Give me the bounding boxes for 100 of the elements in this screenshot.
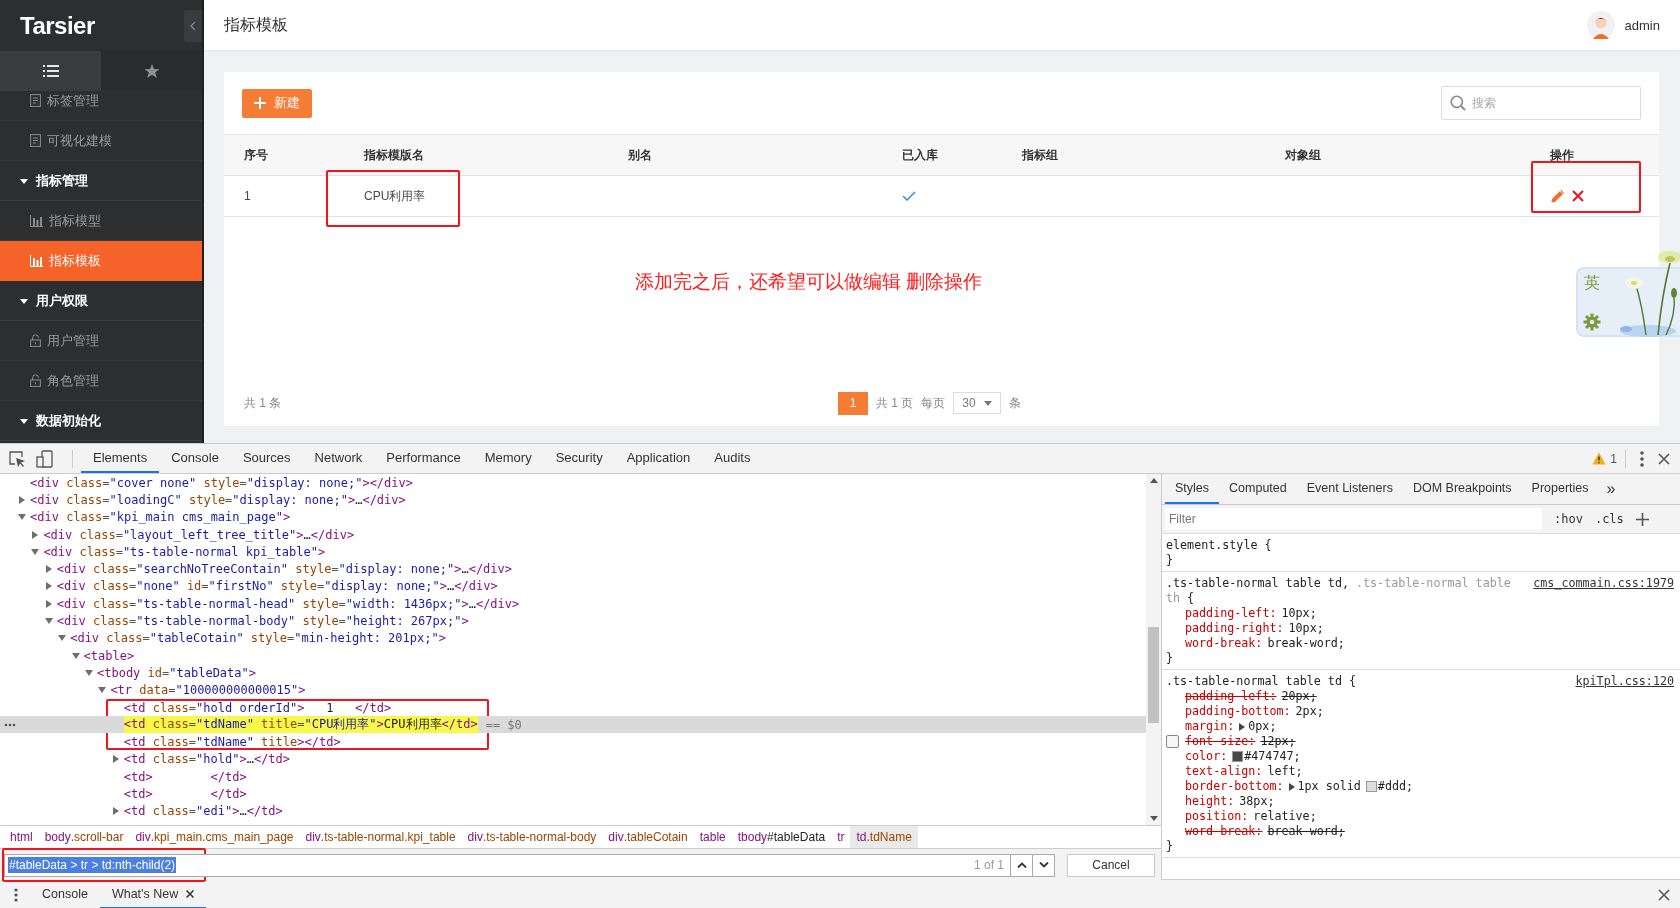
- breadcrumb[interactable]: tbody#tableData: [731, 826, 832, 848]
- dom-row[interactable]: <td class="tdName" title></td>: [0, 733, 1146, 751]
- checkbox[interactable]: [1166, 735, 1179, 748]
- pencil-icon[interactable]: [1550, 188, 1566, 204]
- triangle-icon[interactable]: [44, 599, 53, 608]
- dom-row[interactable]: <div class="none" id="firstNo" style="display: none;">…</div>: [0, 577, 1146, 596]
- panel-tab[interactable]: Application: [614, 444, 703, 473]
- triangle-icon[interactable]: [111, 755, 120, 764]
- breadcrumb[interactable]: div.ts-table-normal-body: [461, 826, 603, 848]
- close-icon[interactable]: [186, 889, 195, 898]
- dom-row[interactable]: <tbody id="tableData">: [0, 664, 1146, 682]
- search-field[interactable]: #tableData > tr > td:nth-child(2) 1 of 1: [4, 853, 1011, 877]
- dom-row[interactable]: <td> </td>: [0, 768, 1146, 786]
- dom-row[interactable]: <div class="ts-table-normal-head" style="width: 1436px;">…</div>: [0, 595, 1146, 613]
- drawer-tab[interactable]: What's New: [99, 880, 207, 908]
- dom-row[interactable]: <div class="cover none" style="display: none;"></div>: [0, 474, 1146, 492]
- dom-row[interactable]: <td class="tdName" title="CPU利用率">CPU利用率</td> == $0: [0, 716, 1146, 734]
- dom-row[interactable]: <td class="hold">…</td>: [0, 750, 1146, 769]
- search-field[interactable]: 搜索: [1441, 86, 1641, 120]
- page-size-select[interactable]: 30: [953, 392, 1002, 414]
- panel-tab[interactable]: Audits: [702, 444, 763, 473]
- menu-group[interactable]: 指标管理: [0, 161, 202, 201]
- breadcrumb[interactable]: div.tableCotain: [602, 826, 694, 848]
- triangle-icon[interactable]: [18, 495, 26, 504]
- scroll-down-icon[interactable]: [1149, 816, 1158, 821]
- dom-row[interactable]: <div class="kpi_main cms_main_page">: [0, 508, 1146, 526]
- triangle-icon[interactable]: [1288, 782, 1295, 791]
- breadcrumb[interactable]: div.kpi_main.cms_main_page: [129, 826, 300, 848]
- dom-row[interactable]: <div class="layout_left_tree_title">…</div>: [0, 525, 1146, 544]
- triangle-icon[interactable]: [98, 686, 107, 695]
- triangle-icon[interactable]: [71, 651, 80, 660]
- breadcrumb[interactable]: body.scroll-bar: [38, 826, 130, 848]
- more-tabs-button[interactable]: »: [1598, 474, 1624, 504]
- dom-row[interactable]: <tr data="100000000000015">: [0, 681, 1146, 699]
- dom-row[interactable]: <div class="loadingC" style="display: none;">…</div>: [0, 491, 1146, 509]
- menu-group[interactable]: 数据初始化: [0, 401, 202, 441]
- panel-tab[interactable]: Console: [159, 444, 231, 473]
- drawer-tab[interactable]: Console: [30, 880, 100, 908]
- sidebar-tab[interactable]: [0, 51, 101, 91]
- panel-tab[interactable]: Performance: [374, 444, 473, 473]
- dom-row[interactable]: <td> </td>: [0, 785, 1146, 803]
- pane-tab[interactable]: Event Listeners: [1296, 474, 1403, 504]
- menu-item[interactable]: 标签管理: [0, 91, 202, 121]
- triangle-icon[interactable]: [31, 530, 40, 539]
- panel-tab[interactable]: Sources: [230, 444, 303, 473]
- breadcrumb[interactable]: table: [693, 826, 732, 848]
- pane-tab[interactable]: Properties: [1521, 474, 1599, 504]
- triangle-icon[interactable]: [18, 513, 26, 522]
- breadcrumb[interactable]: html: [4, 826, 39, 848]
- toggle-button[interactable]: :hov: [1554, 512, 1583, 526]
- breadcrumb[interactable]: td.tdName: [850, 826, 918, 848]
- triangle-icon[interactable]: [1239, 722, 1246, 731]
- cancel-button[interactable]: Cancel: [1067, 853, 1155, 877]
- scroll-up-icon[interactable]: [1149, 478, 1158, 483]
- dom-row[interactable]: <div class="tableCotain" style="min-height: 201px;">: [0, 629, 1146, 647]
- pane-tab[interactable]: DOM Breakpoints: [1402, 474, 1522, 504]
- close-icon[interactable]: [1658, 888, 1670, 901]
- dom-row[interactable]: <table>: [0, 646, 1146, 665]
- pane-tab[interactable]: Computed: [1219, 474, 1297, 504]
- menu-group[interactable]: 用户权限: [0, 281, 202, 321]
- dom-row[interactable]: <td class="edi">…</td>: [0, 802, 1146, 820]
- dom-row[interactable]: <div class="searchNoTreeContain" style="display: none;">…</div>: [0, 560, 1146, 578]
- plus-icon[interactable]: [1635, 512, 1649, 526]
- menu-item[interactable]: 用户管理: [0, 321, 202, 361]
- more-icon[interactable]: [14, 887, 18, 902]
- device-icon[interactable]: [36, 449, 54, 468]
- warning-count[interactable]: 1: [1610, 451, 1617, 466]
- filter-field[interactable]: Filter: [1165, 508, 1542, 530]
- scrollbar-thumb[interactable]: [1148, 626, 1159, 723]
- triangle-icon[interactable]: [44, 582, 53, 591]
- next-button[interactable]: [1033, 853, 1055, 877]
- color-swatch[interactable]: [1365, 781, 1377, 792]
- toggle-button[interactable]: .cls: [1594, 512, 1624, 526]
- previous-button[interactable]: [1011, 853, 1033, 877]
- triangle-icon[interactable]: [85, 668, 93, 677]
- close-icon[interactable]: [1658, 452, 1670, 465]
- user-name[interactable]: admin: [1624, 17, 1660, 33]
- panel-tab[interactable]: Security: [543, 444, 615, 473]
- menu-item[interactable]: 可视化建模: [0, 121, 202, 161]
- source-link[interactable]: cms_commain.css:1979: [1533, 576, 1674, 591]
- more-icon[interactable]: [4, 723, 16, 728]
- dom-row[interactable]: <td class="hold orderId"> 1 </td>: [0, 698, 1146, 717]
- color-swatch[interactable]: [1232, 751, 1244, 762]
- cross-icon[interactable]: [1572, 190, 1584, 202]
- dom-row[interactable]: <div class="ts-table-normal kpi_table">: [0, 543, 1146, 561]
- dom-row[interactable]: <div class="ts-table-normal-body" style="height: 267px;">: [0, 612, 1146, 630]
- panel-tab[interactable]: Network: [302, 444, 375, 473]
- breadcrumb[interactable]: div.ts-table-normal.kpi_table: [299, 826, 462, 848]
- menu-item[interactable]: 角色管理: [0, 361, 202, 401]
- triangle-icon[interactable]: [58, 634, 67, 643]
- inspect-icon[interactable]: [8, 449, 26, 468]
- triangle-icon[interactable]: [111, 807, 120, 816]
- panel-tab[interactable]: Elements: [81, 444, 160, 473]
- breadcrumb[interactable]: tr: [831, 826, 851, 848]
- panel-tab[interactable]: Memory: [472, 444, 544, 473]
- source-link[interactable]: kpiTpl.css:120: [1575, 674, 1674, 689]
- more-icon[interactable]: [1640, 450, 1644, 467]
- triangle-icon[interactable]: [44, 565, 53, 574]
- triangle-icon[interactable]: [44, 617, 53, 625]
- triangle-icon[interactable]: [31, 547, 40, 556]
